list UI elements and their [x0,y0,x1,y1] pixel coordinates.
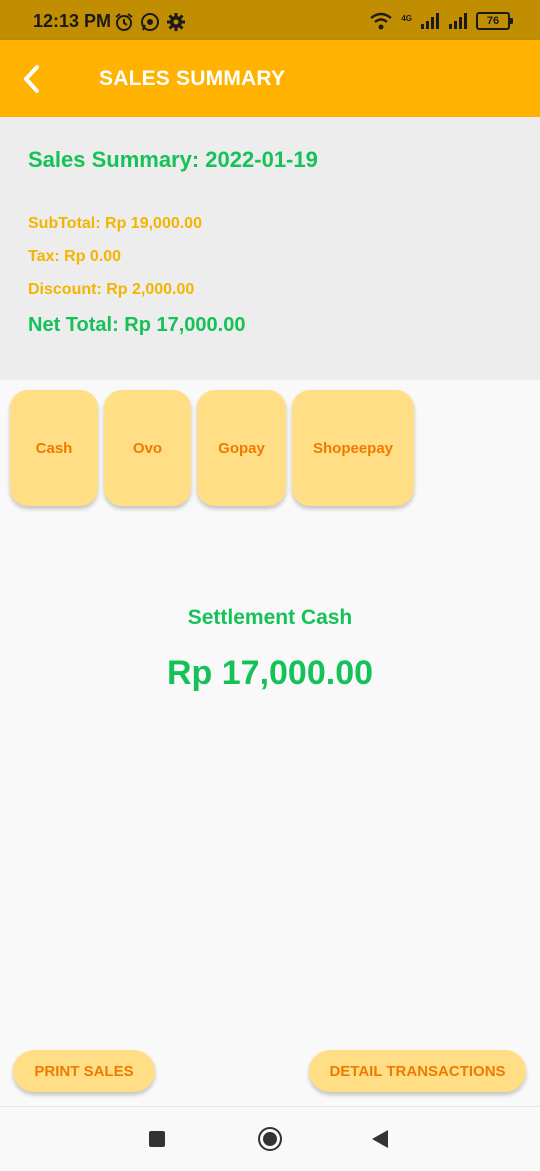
discount-line: Discount: Rp 2,000.00 [28,281,195,298]
tax-line: Tax: Rp 0.00 [28,248,122,265]
recent-apps-icon[interactable] [149,1131,165,1147]
battery-icon: 76 [476,12,513,30]
tab-gopay[interactable]: Gopay [197,390,286,506]
home-icon[interactable] [258,1127,282,1151]
tab-ovo[interactable]: Ovo [104,390,191,506]
signal-icon-2 [449,13,467,29]
status-system-icons: 4G 76 [369,12,513,30]
print-sales-button[interactable]: PRINT SALES [13,1050,155,1092]
chevron-left-icon[interactable] [16,62,50,96]
summary-panel: Sales Summary: 2022-01-19 SubTotal: Rp 1… [0,117,540,380]
whatsapp-icon [141,13,159,31]
back-triangle-icon[interactable] [372,1130,388,1148]
settings-gear-icon [167,13,185,31]
settlement-amount: Rp 17,000.00 [166,654,374,692]
battery-level: 76 [486,15,500,27]
app-bar: SALES SUMMARY [0,40,540,117]
tab-shopeepay[interactable]: Shopeepay [292,390,414,506]
network-type: 4G [401,14,412,23]
summary-heading: Sales Summary: 2022-01-19 [28,147,318,172]
detail-transactions-button[interactable]: DETAIL TRANSACTIONS [309,1050,526,1092]
page-title: SALES SUMMARY [99,67,286,90]
status-time: 12:13 PM [33,11,112,31]
system-nav-bar [0,1106,540,1171]
subtotal-line: SubTotal: Rp 19,000.00 [28,215,202,232]
alarm-icon [115,13,133,31]
status-notification-icons [114,12,186,32]
tab-cash[interactable]: Cash [10,390,98,506]
settlement-label: Settlement Cash [187,606,353,629]
wifi-icon [370,12,393,30]
net-total-line: Net Total: Rp 17,000.00 [28,314,246,336]
signal-icon [421,13,439,29]
status-bar: 12:13 PM 4G 76 [0,0,540,40]
